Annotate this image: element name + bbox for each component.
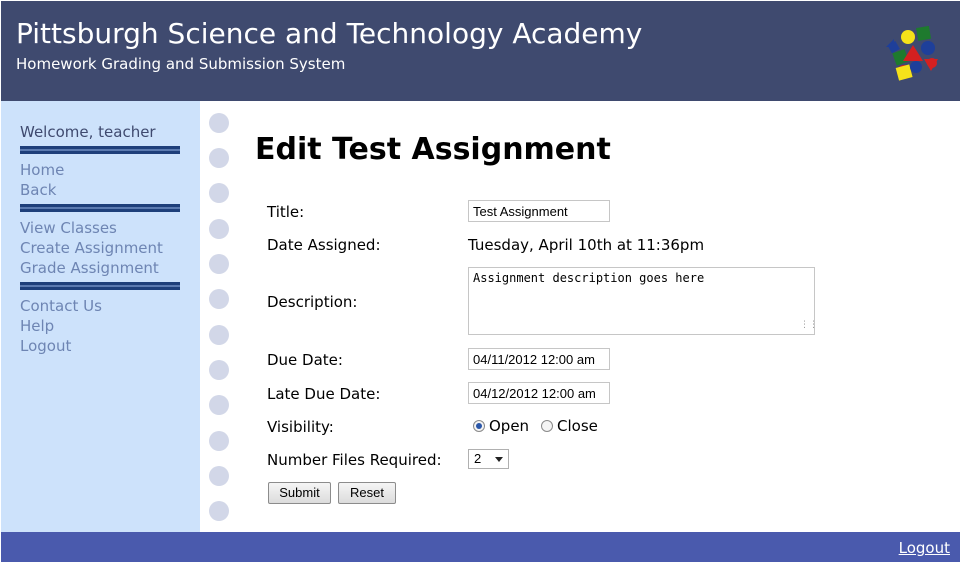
sidebar-item-grade-assignment[interactable]: Grade Assignment [20,259,159,277]
site-title: Pittsburgh Science and Technology Academ… [16,17,643,50]
description-textarea[interactable]: Assignment description goes here [468,267,815,335]
footer-logout-link[interactable]: Logout [899,539,950,557]
notebook-hole [209,148,229,168]
sidebar-item-contact-us[interactable]: Contact Us [20,297,102,315]
notebook-hole [209,325,229,345]
notebook-hole [209,431,229,451]
footer: Logout [1,532,960,562]
welcome-message: Welcome, teacher [20,123,156,141]
sidebar-divider [20,146,180,154]
visibility-open-label[interactable]: Open [489,417,529,435]
sidebar-divider [20,282,180,290]
title-input[interactable] [468,200,610,222]
notebook-hole [209,466,229,486]
chevron-down-icon [495,457,503,462]
due-date-label: Due Date: [267,351,343,369]
files-required-select[interactable]: 2 [468,449,509,469]
notebook-holes [200,101,240,532]
site-subtitle: Homework Grading and Submission System [16,55,346,73]
visibility-label: Visibility: [267,418,334,436]
description-label: Description: [267,293,358,311]
files-required-value: 2 [474,451,482,466]
date-assigned-value: Tuesday, April 10th at 11:36pm [468,236,705,254]
sidebar-item-back[interactable]: Back [20,181,56,199]
date-assigned-label: Date Assigned: [267,236,381,254]
late-due-date-label: Late Due Date: [267,385,381,403]
notebook-hole [209,289,229,309]
resize-grip-icon[interactable]: ⋮⋮ [800,320,818,330]
sidebar-item-logout[interactable]: Logout [20,337,71,355]
title-label: Title: [267,203,305,221]
notebook-hole [209,254,229,274]
files-required-label: Number Files Required: [267,451,442,469]
header: Pittsburgh Science and Technology Academ… [1,1,960,101]
sidebar-item-help[interactable]: Help [20,317,54,335]
sidebar-divider [20,204,180,212]
colored-shapes-logo-icon [886,25,938,81]
sidebar-item-view-classes[interactable]: View Classes [20,219,117,237]
notebook-hole [209,113,229,133]
reset-button[interactable]: Reset [338,482,396,504]
notebook-hole [209,219,229,239]
submit-button[interactable]: Submit [268,482,331,504]
notebook-hole [209,395,229,415]
notebook-hole [209,360,229,380]
notebook-hole [209,183,229,203]
late-due-date-input[interactable] [468,382,610,404]
visibility-close-label[interactable]: Close [557,417,598,435]
due-date-input[interactable] [468,348,610,370]
visibility-close-radio[interactable] [541,420,553,432]
notebook-hole [209,501,229,521]
visibility-open-radio[interactable] [473,420,485,432]
sidebar-item-create-assignment[interactable]: Create Assignment [20,239,163,257]
sidebar-item-home[interactable]: Home [20,161,64,179]
sidebar: Welcome, teacher Home Back View Classes … [1,101,200,532]
page-title: Edit Test Assignment [255,132,611,167]
